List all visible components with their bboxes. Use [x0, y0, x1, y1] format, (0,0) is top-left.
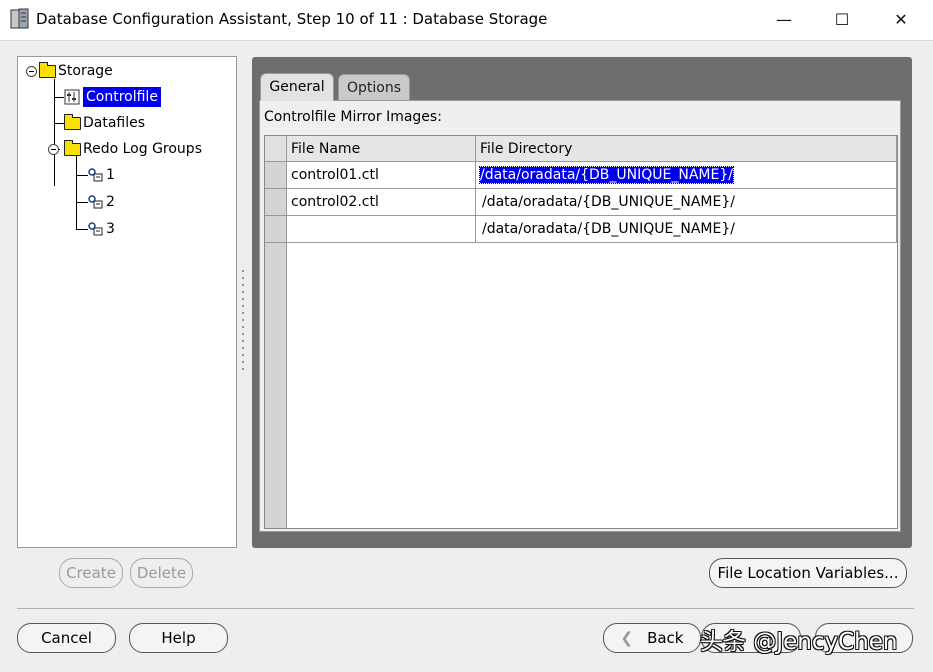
- tree-connector: [76, 202, 88, 203]
- row-header[interactable]: [265, 162, 287, 189]
- tree-connector: [76, 155, 77, 230]
- delete-button[interactable]: Delete: [130, 558, 193, 588]
- column-header-file-directory[interactable]: File Directory: [476, 136, 897, 162]
- tree-item-redo-group-1[interactable]: 1: [88, 165, 115, 185]
- tree-item-label: Redo Log Groups: [83, 141, 202, 157]
- tree-item-label: Datafiles: [83, 115, 146, 131]
- file-location-variables-button[interactable]: File Location Variables...: [709, 558, 907, 588]
- tree-connector: [54, 97, 64, 98]
- panel-splitter[interactable]: [241, 270, 245, 380]
- tree-connector: [54, 123, 64, 124]
- back-button-label: Back: [647, 629, 684, 647]
- database-app-icon: [10, 8, 29, 29]
- row-header[interactable]: [265, 189, 287, 216]
- collapse-toggle-icon[interactable]: [48, 144, 59, 155]
- tree-connector: [76, 175, 88, 176]
- row-header[interactable]: [265, 216, 287, 243]
- tree-item-redo-log-groups[interactable]: Redo Log Groups: [64, 139, 202, 159]
- tree-item-label: 3: [106, 221, 115, 237]
- tree-item-storage[interactable]: Storage: [39, 61, 113, 81]
- tree-item-redo-group-2[interactable]: 2: [88, 192, 115, 212]
- folder-icon: [64, 139, 81, 156]
- controlfile-icon: [64, 89, 80, 105]
- table-empty-area: [475, 243, 476, 528]
- file-name-cell[interactable]: control02.ctl: [287, 189, 476, 216]
- tab-options[interactable]: Options: [338, 74, 410, 100]
- table-corner: [265, 136, 287, 162]
- create-button[interactable]: Create: [59, 558, 123, 588]
- tree-item-label: 2: [106, 194, 115, 210]
- tree-item-datafiles[interactable]: Datafiles: [64, 113, 145, 133]
- file-directory-cell[interactable]: /data/oradata/{DB_UNIQUE_NAME}/: [476, 189, 897, 216]
- folder-icon: [39, 61, 56, 78]
- minimize-button[interactable]: —: [769, 8, 799, 32]
- tree-connector: [76, 229, 88, 230]
- cancel-button[interactable]: Cancel: [17, 623, 116, 653]
- tree-item-label: 1: [106, 167, 115, 183]
- back-button[interactable]: ❮ Back: [603, 623, 701, 653]
- file-name-cell[interactable]: [287, 216, 476, 243]
- tab-general[interactable]: General: [260, 73, 334, 101]
- selected-directory-text: /data/oradata/{DB_UNIQUE_NAME}/: [479, 166, 734, 184]
- chevron-left-icon: ❮: [620, 629, 634, 647]
- redo-log-icon: [88, 195, 103, 209]
- tree-item-label: Controlfile: [83, 87, 161, 107]
- file-directory-cell[interactable]: /data/oradata/{DB_UNIQUE_NAME}/: [476, 162, 897, 189]
- storage-tree[interactable]: Storage Controlfile Datafiles Redo Log G…: [17, 56, 237, 548]
- title-bar: Database Configuration Assistant, Step 1…: [0, 0, 933, 41]
- watermark-text: 头条 @JencyChen: [700, 629, 898, 655]
- tree-item-redo-group-3[interactable]: 3: [88, 219, 115, 239]
- close-button[interactable]: ✕: [886, 8, 916, 32]
- redo-log-icon: [88, 168, 103, 182]
- window-title: Database Configuration Assistant, Step 1…: [36, 10, 548, 28]
- file-name-cell[interactable]: control01.ctl: [287, 162, 476, 189]
- column-header-file-name[interactable]: File Name: [287, 136, 476, 162]
- collapse-toggle-icon[interactable]: [26, 66, 37, 77]
- help-button[interactable]: Help: [129, 623, 228, 653]
- tree-item-controlfile[interactable]: Controlfile: [64, 87, 161, 107]
- maximize-button[interactable]: ☐: [827, 8, 857, 32]
- controlfile-table[interactable]: File Name File Directory control01.ctl /…: [264, 135, 898, 529]
- row-header-empty-area: [265, 243, 287, 528]
- tree-connector: [54, 79, 55, 186]
- redo-log-icon: [88, 222, 103, 236]
- button-separator: [17, 608, 914, 609]
- tree-item-label: Storage: [58, 63, 113, 79]
- file-directory-cell[interactable]: /data/oradata/{DB_UNIQUE_NAME}/: [476, 216, 897, 243]
- folder-icon: [64, 113, 81, 130]
- mirror-images-label: Controlfile Mirror Images:: [264, 109, 442, 125]
